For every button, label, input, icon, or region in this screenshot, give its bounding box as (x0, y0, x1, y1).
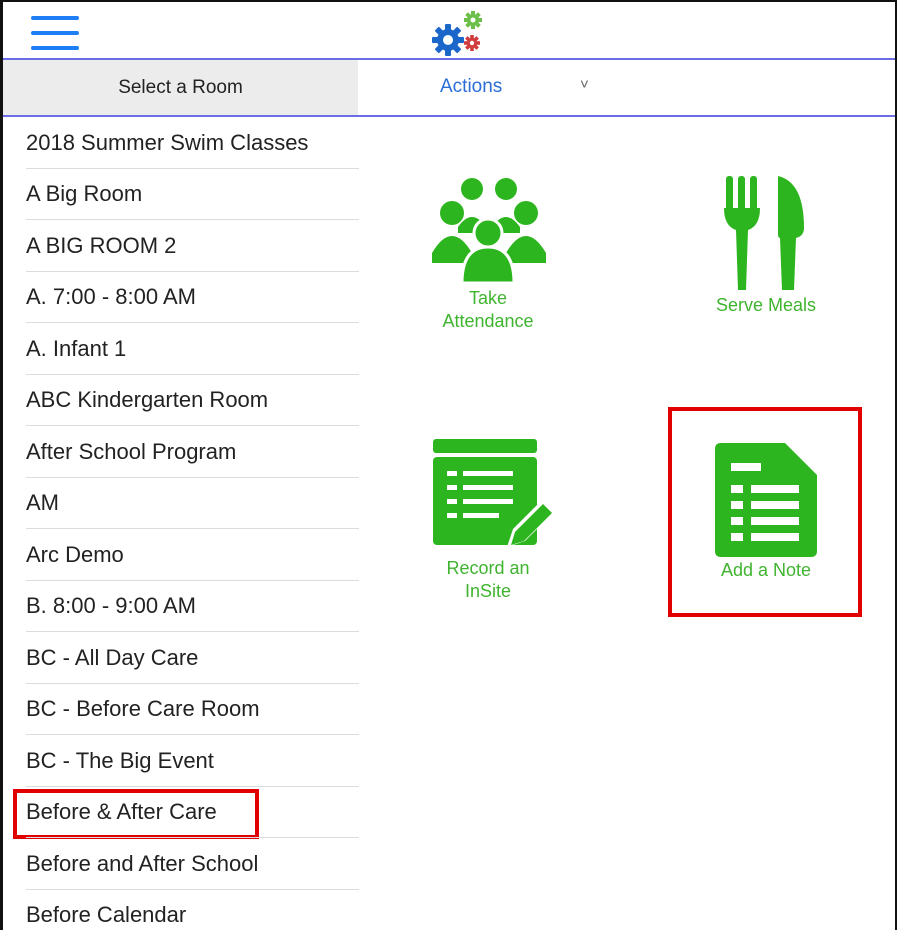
room-list-item[interactable]: BC - All Day Care (3, 632, 359, 684)
tab-select-room[interactable]: Select a Room (3, 60, 358, 115)
note-document-icon (715, 443, 817, 557)
serve-meals-button[interactable]: Serve Meals (656, 172, 876, 317)
room-list-item[interactable]: After School Program (3, 426, 359, 478)
room-list-item[interactable]: ABC Kindergarten Room (3, 375, 359, 427)
add-note-button[interactable]: Add a Note (656, 437, 876, 582)
record-insite-label-2: InSite (464, 581, 512, 601)
room-name: BC - The Big Event (26, 747, 214, 773)
room-list-item[interactable]: AM (3, 478, 359, 530)
record-insite-button[interactable]: Record an InSite (378, 435, 598, 603)
room-list-item[interactable]: Before and After School (3, 838, 359, 890)
take-attendance-label-2: Attendance (442, 311, 534, 331)
room-name: A. 7:00 - 8:00 AM (26, 284, 196, 310)
serve-meals-label: Serve Meals (715, 295, 817, 315)
room-name: AM (26, 490, 59, 516)
room-name: BC - All Day Care (26, 644, 199, 670)
room-list-item[interactable]: BC - The Big Event (3, 735, 359, 787)
room-list-item-highlighted[interactable]: Before & After Care (3, 787, 359, 838)
room-name: 2018 Summer Swim Classes (26, 129, 309, 155)
room-list-item[interactable]: Before Calendar (3, 890, 359, 930)
people-group-icon (432, 178, 546, 285)
room-list: 2018 Summer Swim Classes A Big Room A BI… (3, 117, 359, 930)
room-list-item[interactable]: BC - Before Care Room (3, 684, 359, 736)
room-list-item[interactable]: B. 8:00 - 9:00 AM (3, 581, 359, 633)
room-name: A. Infant 1 (26, 335, 127, 361)
chevron-down-icon: ˅ (580, 76, 589, 93)
record-insite-label-1: Record an (446, 558, 530, 578)
tab-actions-label: Actions (440, 76, 503, 97)
fork-knife-icon (724, 176, 804, 290)
room-name: Before Calendar (26, 902, 187, 928)
tab-actions[interactable]: Actions ˅ (358, 60, 895, 115)
room-name: Before & After Care (26, 799, 217, 825)
take-attendance-button[interactable]: Take Attendance (378, 175, 598, 333)
room-list-item[interactable]: A. 7:00 - 8:00 AM (3, 272, 359, 324)
room-name: ABC Kindergarten Room (26, 387, 269, 413)
room-name: A BIG ROOM 2 (26, 232, 177, 258)
add-note-label: Add a Note (720, 560, 812, 580)
room-list-item[interactable]: A Big Room (3, 169, 359, 221)
top-bar (3, 2, 895, 58)
room-name: Before and After School (26, 850, 259, 876)
room-name: B. 8:00 - 9:00 AM (26, 593, 196, 619)
room-name: BC - Before Care Room (26, 696, 260, 722)
room-list-item[interactable]: Arc Demo (3, 529, 359, 581)
tab-select-room-label: Select a Room (118, 76, 243, 98)
list-pencil-icon (433, 439, 553, 547)
room-list-item[interactable]: A. Infant 1 (3, 323, 359, 375)
gears-logo-icon (432, 11, 482, 56)
room-list-item[interactable]: 2018 Summer Swim Classes (3, 117, 359, 169)
take-attendance-label-1: Take (468, 288, 508, 308)
hamburger-menu-icon[interactable] (31, 16, 79, 50)
room-list-item[interactable]: A BIG ROOM 2 (3, 220, 359, 272)
tab-row: Select a Room Actions ˅ (3, 60, 895, 115)
room-name: A Big Room (26, 181, 143, 207)
room-name: After School Program (26, 438, 237, 464)
room-name: Arc Demo (26, 541, 124, 567)
